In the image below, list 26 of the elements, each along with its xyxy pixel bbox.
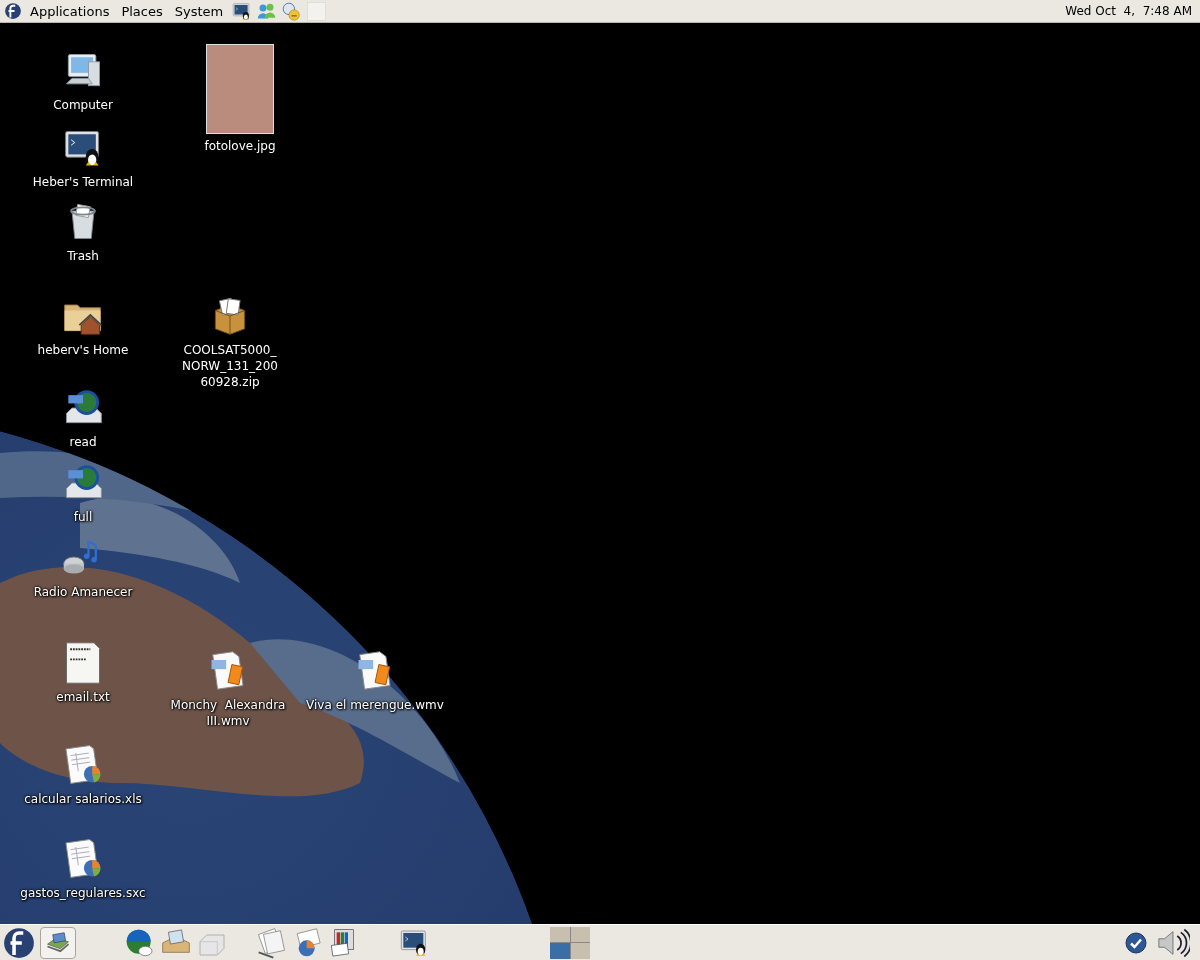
clock[interactable]: Wed Oct 4, 7:48 AM (1065, 2, 1196, 20)
icon-label[interactable]: heberv's Home (37, 342, 129, 358)
menu-item[interactable]: Applications (26, 4, 114, 18)
menu-item[interactable]: Places (117, 4, 167, 18)
fedora-logo-icon (4, 2, 22, 20)
document-pen-icon[interactable] (256, 926, 288, 959)
icon-label[interactable]: email.txt (56, 689, 110, 705)
fedora-logo-icon[interactable] (2, 925, 36, 960)
icon-label[interactable]: Heber's Terminal (32, 174, 134, 190)
workspace[interactable] (570, 926, 590, 942)
terminal-icon[interactable] (231, 0, 253, 22)
smiley-chat-icon[interactable] (281, 0, 303, 22)
icon-label[interactable]: Monchy Alexandra III.wmv (160, 697, 296, 729)
icon-label[interactable]: full (73, 509, 93, 525)
show-desktop-button[interactable] (40, 926, 76, 959)
check-update-icon[interactable] (1124, 930, 1148, 955)
icon-label[interactable]: Radio Amanecer (33, 584, 133, 600)
icon-label[interactable]: gastos_regulares.sxc (20, 885, 146, 901)
icon-label[interactable]: Computer (53, 97, 113, 113)
workspace-switcher[interactable] (550, 926, 590, 959)
icon-label[interactable]: Trash (67, 248, 99, 264)
icon-label[interactable]: COOLSAT5000_NORW_131_20060928.zip (180, 342, 280, 390)
icon-label[interactable]: fotolove.jpg (204, 138, 276, 154)
menu-item[interactable]: System (170, 4, 228, 18)
icon-label[interactable]: read (69, 434, 97, 450)
icon-label[interactable]: calcular salarios.xls (24, 791, 142, 807)
